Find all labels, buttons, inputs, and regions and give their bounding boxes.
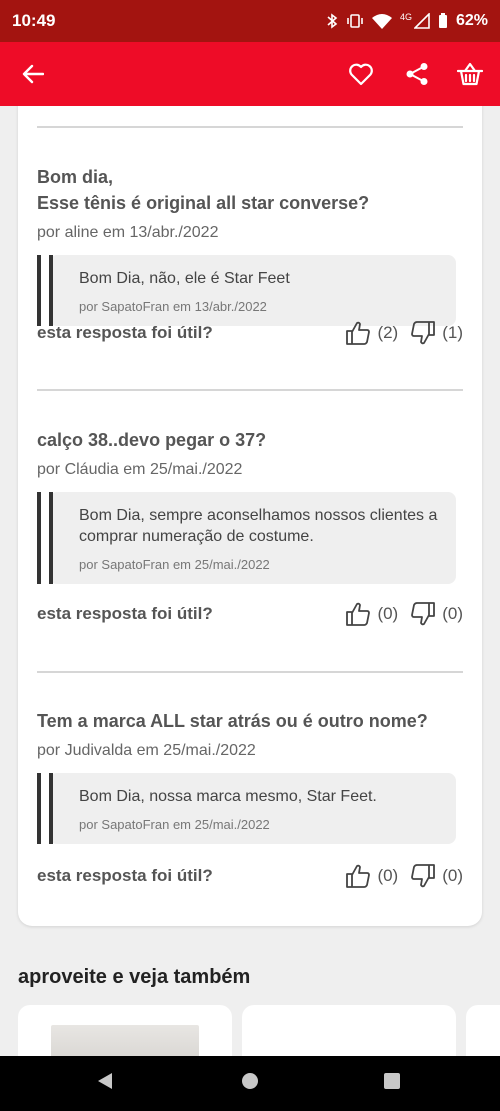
thumbs-up-icon <box>345 863 371 889</box>
qa-item: calço 38..devo pegar o 37? por Cláudia e… <box>37 427 463 584</box>
dislike-button[interactable]: (1) <box>410 320 463 346</box>
status-icons: 4G 62% <box>326 12 488 30</box>
back-button[interactable] <box>9 42 57 106</box>
helpful-row: esta resposta foi útil? (0) (0) <box>37 861 463 891</box>
helpful-label: esta resposta foi útil? <box>37 866 213 885</box>
thumbs-up-icon <box>345 601 371 627</box>
divider <box>37 126 463 128</box>
nav-home-button[interactable] <box>220 1056 280 1111</box>
nav-recents-icon <box>383 1072 401 1095</box>
scroll-content[interactable]: Bom dia, Esse tênis é original all star … <box>0 106 500 1056</box>
question-text: calço 38..devo pegar o 37? <box>37 430 267 450</box>
battery-icon <box>438 13 448 29</box>
answer-box: Bom Dia, não, ele é Star Feet por Sapato… <box>49 255 456 326</box>
answer-bar <box>37 492 41 584</box>
answer-bar <box>37 773 41 844</box>
dislike-count: (0) <box>442 866 463 885</box>
network-type: 4G <box>399 12 412 22</box>
bluetooth-icon <box>326 13 338 29</box>
heart-outline-icon <box>348 62 374 86</box>
product-image <box>51 1025 199 1056</box>
favorite-button[interactable] <box>337 42 385 106</box>
share-button[interactable] <box>393 42 441 106</box>
answer-text: Bom Dia, não, ele é Star Feet <box>79 270 290 287</box>
signal-icon <box>413 13 430 29</box>
question-author: por Cláudia em 25/mai./2022 <box>37 461 243 478</box>
app-bar <box>0 42 500 106</box>
like-count: (0) <box>377 604 399 623</box>
question-author: por Judivalda em 25/mai./2022 <box>37 742 256 759</box>
thumbs-up-icon <box>345 320 371 346</box>
status-bar: 10:49 4G 62% <box>0 0 500 42</box>
question-author: por aline em 13/abr./2022 <box>37 224 219 241</box>
qa-item: Tem a marca ALL star atrás ou é outro no… <box>37 708 463 844</box>
system-nav-bar <box>0 1056 500 1111</box>
dislike-count: (1) <box>442 323 463 342</box>
thumbs-down-icon <box>410 863 436 889</box>
product-card[interactable] <box>18 1005 232 1056</box>
answer-text: Bom Dia, sempre aconselhamos nossos clie… <box>79 507 438 545</box>
like-button[interactable]: (2) <box>345 320 398 346</box>
nav-recents-button[interactable] <box>362 1056 422 1111</box>
divider <box>37 389 463 391</box>
wifi-icon <box>371 13 392 29</box>
thumbs-down-icon <box>410 601 436 627</box>
helpful-row: esta resposta foi útil? (2) (1) <box>37 318 463 348</box>
like-count: (2) <box>377 323 399 342</box>
cart-button[interactable] <box>446 42 494 106</box>
divider <box>37 671 463 673</box>
arrow-left-icon <box>22 64 44 84</box>
answer-text: Bom Dia, nossa marca mesmo, Star Feet. <box>79 788 377 805</box>
answer-bar <box>37 255 41 326</box>
votes: (0) (0) <box>345 863 463 889</box>
like-button[interactable]: (0) <box>345 601 398 627</box>
battery-percent: 62% <box>455 12 488 29</box>
like-button[interactable]: (0) <box>345 863 398 889</box>
answer-author: por SapatoFran em 13/abr./2022 <box>79 299 267 314</box>
dislike-button[interactable]: (0) <box>410 601 463 627</box>
related-section-title: aproveite e veja também <box>18 966 251 988</box>
nav-home-icon <box>241 1072 259 1095</box>
answer-author: por SapatoFran em 25/mai./2022 <box>79 557 270 572</box>
helpful-row: esta resposta foi útil? (0) (0) <box>37 599 463 629</box>
product-card[interactable] <box>242 1005 456 1056</box>
share-icon <box>405 62 429 86</box>
answer-box: Bom Dia, sempre aconselhamos nossos clie… <box>49 492 456 584</box>
nav-back-button[interactable] <box>75 1056 135 1111</box>
questions-card: Bom dia, Esse tênis é original all star … <box>18 106 482 926</box>
nav-back-icon <box>96 1071 114 1096</box>
status-time: 10:49 <box>12 11 56 30</box>
product-card[interactable] <box>466 1005 500 1056</box>
vibrate-icon <box>346 13 364 29</box>
dislike-button[interactable]: (0) <box>410 863 463 889</box>
votes: (0) (0) <box>345 601 463 627</box>
like-count: (0) <box>377 866 399 885</box>
dislike-count: (0) <box>442 604 463 623</box>
votes: (2) (1) <box>345 320 463 346</box>
helpful-label: esta resposta foi útil? <box>37 323 213 342</box>
question-text: Bom dia, Esse tênis é original all star … <box>37 167 370 213</box>
basket-icon <box>457 62 483 86</box>
helpful-label: esta resposta foi útil? <box>37 604 213 623</box>
answer-box: Bom Dia, nossa marca mesmo, Star Feet. p… <box>49 773 456 844</box>
answer-author: por SapatoFran em 25/mai./2022 <box>79 817 270 832</box>
question-text: Tem a marca ALL star atrás ou é outro no… <box>37 711 428 731</box>
thumbs-down-icon <box>410 320 436 346</box>
qa-item: Bom dia, Esse tênis é original all star … <box>37 164 463 326</box>
